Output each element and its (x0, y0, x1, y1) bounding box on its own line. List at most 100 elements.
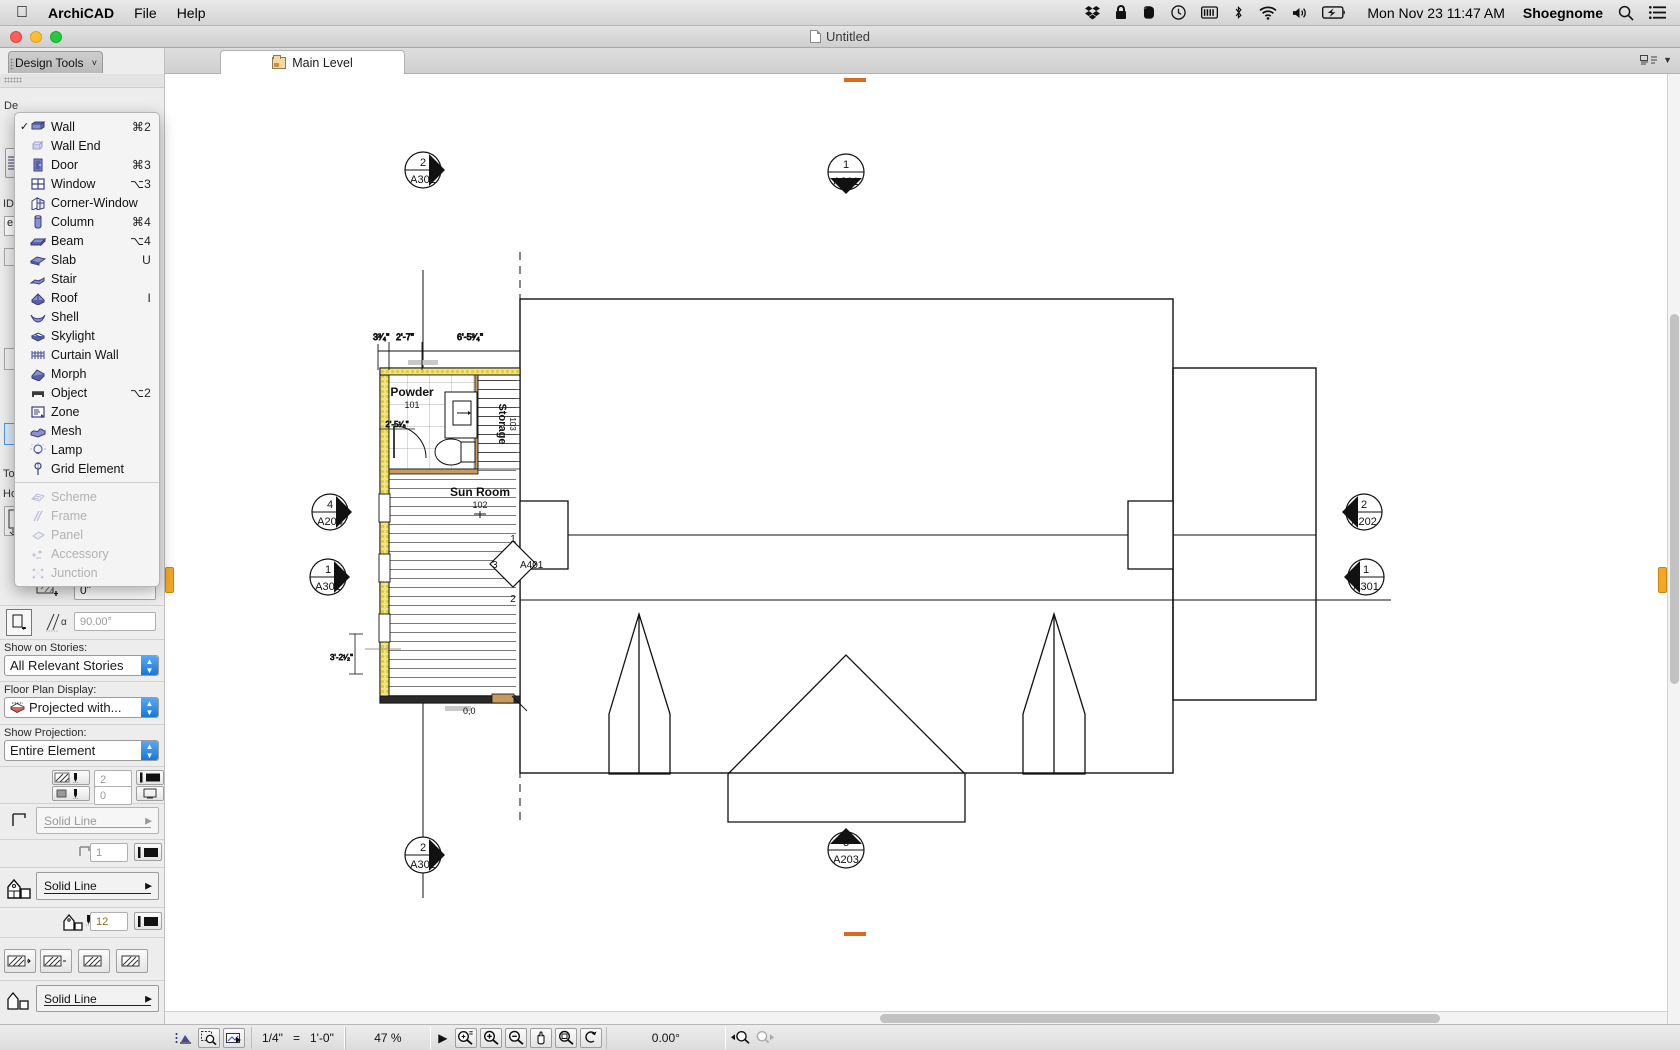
menu-item-wall-end[interactable]: Wall End (15, 136, 159, 155)
bottom-line-type-dropdown[interactable]: Solid Line ▶ (36, 985, 159, 1012)
menu-app-name[interactable]: ArchiCAD (48, 5, 114, 21)
trace-reference-icon[interactable] (173, 1028, 195, 1048)
cut-pen-number[interactable]: 12 (90, 912, 128, 931)
section-marker-a203-3[interactable]: 3 A203 (827, 828, 865, 869)
display-options-button[interactable] (136, 786, 164, 801)
zoom-in-icon[interactable] (479, 1027, 502, 1048)
fill-pattern-button-4[interactable] (116, 949, 148, 973)
cut-pen-color-swatch[interactable] (134, 912, 162, 930)
design-tools-palette-tab[interactable]: Design Tools ˅ (8, 51, 103, 73)
horizontal-scrollbar[interactable] (165, 1011, 1667, 1024)
section-marker-a302-2[interactable]: 2 A302 (404, 836, 445, 874)
wifi-icon[interactable] (1259, 6, 1277, 20)
contour-pen-color-swatch[interactable] (134, 843, 162, 861)
drag-grip-icon[interactable] (4, 77, 22, 83)
fill-pen-button[interactable] (52, 770, 90, 785)
angle-field[interactable]: 90.00° (74, 612, 156, 631)
fill-pattern-button-3[interactable] (78, 949, 110, 973)
list-icon[interactable] (1649, 6, 1666, 19)
zoom-dropdown-arrow[interactable]: ▶ (434, 1028, 452, 1048)
orbit-icon[interactable] (579, 1027, 602, 1048)
vertical-scrollbar[interactable] (1667, 74, 1680, 1024)
chevron-updown-icon[interactable]: ▲ ▼ (141, 698, 158, 717)
lock-icon[interactable] (1115, 5, 1127, 20)
menu-item-skylight[interactable]: Skylight (15, 326, 159, 345)
fill-pattern-button-1[interactable] (4, 949, 36, 973)
menu-item-slab[interactable]: Slab U (15, 250, 159, 269)
chevron-updown-icon[interactable]: ▲ ▼ (141, 656, 158, 675)
section-marker-a204-4[interactable]: 4 A204 (311, 493, 352, 531)
menubar-user[interactable]: Shoegnome (1523, 5, 1603, 21)
search-icon[interactable] (1618, 5, 1634, 21)
vertical-scroll-thumb[interactable] (1670, 314, 1679, 684)
apple-icon[interactable]:  (16, 4, 28, 21)
contour-pen-number[interactable]: 1 (90, 843, 128, 862)
horizontal-scroll-thumb[interactable] (880, 1014, 1440, 1023)
marquee-zoom-icon[interactable] (198, 1027, 220, 1048)
background-pen-number[interactable]: 0 (94, 786, 132, 805)
bluetooth-icon[interactable] (1233, 5, 1244, 20)
fill-pattern-button-2[interactable] (40, 949, 72, 973)
show-projection-dropdown[interactable]: Entire Element ▲ ▼ (4, 740, 159, 761)
section-marker-a301-1[interactable]: 1 A301 (309, 558, 350, 596)
menu-item-stair[interactable]: Stair (15, 269, 159, 288)
background-pen-button[interactable] (52, 786, 90, 801)
contour-line-type-dropdown[interactable]: Solid Line ▶ (36, 807, 159, 834)
menu-item-object[interactable]: Object ⌥2 (15, 383, 159, 402)
palette-grip[interactable] (10, 58, 14, 70)
menu-item-column[interactable]: Column ⌘4 (15, 212, 159, 231)
menu-item-zone[interactable]: Zone (15, 402, 159, 421)
info-box-grip-strip[interactable] (0, 74, 164, 88)
clock-icon[interactable] (1171, 5, 1187, 20)
menu-file[interactable]: File (134, 5, 157, 21)
menu-item-wall[interactable]: ✓ Wall ⌘2 (15, 117, 159, 136)
section-marker-a201-1[interactable]: 1 A201 (827, 153, 865, 194)
menu-item-mesh[interactable]: Mesh (15, 421, 159, 440)
battery-charging-icon[interactable] (1322, 6, 1347, 19)
menu-item-grid-element[interactable]: 1 Grid Element (15, 459, 159, 478)
minimize-button[interactable] (30, 31, 42, 43)
zoom-button[interactable] (50, 31, 62, 43)
menu-item-window[interactable]: Window ⌥3 (15, 174, 159, 193)
chevron-updown-icon[interactable]: ▲ ▼ (141, 741, 158, 760)
tab-layout-options-button[interactable]: ▼ (1640, 53, 1672, 67)
wall-reference-line-button[interactable] (6, 609, 32, 636)
zoom-previous-icon[interactable] (729, 1028, 751, 1048)
close-button[interactable] (10, 31, 22, 43)
fit-in-window-icon[interactable] (554, 1027, 577, 1048)
menu-item-door[interactable]: Door ⌘3 (15, 155, 159, 174)
edge-tab-left[interactable] (165, 567, 174, 593)
menu-help[interactable]: Help (177, 5, 206, 21)
menubar-clock[interactable]: Mon Nov 23 11:47 AM (1367, 5, 1504, 21)
rotation-angle[interactable]: 0.00° (605, 1026, 726, 1049)
floor-plan-display-dropdown[interactable]: Projected with... ▲ ▼ (4, 697, 159, 718)
floor-plan-canvas[interactable]: 3³⁄₄" 2'-7" 6'-5³⁄₄" 2'-5¹⁄₈" 3'-2¹⁄₂" 0… (165, 74, 1680, 1024)
menu-item-morph[interactable]: Morph (15, 364, 159, 383)
section-marker-a202-2[interactable]: 2 A202 (1342, 493, 1383, 531)
tab-main-level[interactable]: Main Level (220, 50, 405, 74)
menu-item-corner-window[interactable]: Corner-Window (15, 193, 159, 212)
menu-item-lamp[interactable]: Lamp (15, 440, 159, 459)
zoom-out-icon[interactable] (504, 1027, 527, 1048)
section-marker-a301-1[interactable]: 1 A301 (1344, 558, 1385, 596)
fill-pen-color-swatch[interactable] (136, 770, 164, 785)
design-tools-dropdown-menu[interactable]: ✓ Wall ⌘2 Wall End Door ⌘3 Window ⌥3 Corner-Wind… (14, 112, 160, 587)
menu-item-curtain-wall[interactable]: Curtain Wall (15, 345, 159, 364)
floor-plan-drawing[interactable]: 3³⁄₄" 2'-7" 6'-5³⁄₄" 2'-5¹⁄₈" 3'-2¹⁄₂" 0… (165, 74, 1680, 1024)
zoom-next-icon[interactable] (754, 1028, 776, 1048)
menu-item-beam[interactable]: Beam ⌥4 (15, 231, 159, 250)
menu-item-shell[interactable]: Shell (15, 307, 159, 326)
volume-icon[interactable] (1292, 6, 1307, 20)
dropbox-icon[interactable] (1085, 5, 1101, 20)
publish-icon[interactable] (223, 1027, 245, 1048)
section-marker-a302-2[interactable]: 2 A302 (404, 151, 445, 189)
cut-line-type-dropdown[interactable]: Solid Line ▶ (36, 872, 159, 900)
pan-icon[interactable] (529, 1027, 552, 1048)
scale-indicator[interactable]: 1/4" = 1'-0" (251, 1026, 345, 1049)
menu-item-roof[interactable]: Roof I (15, 288, 159, 307)
battery-meter-icon[interactable] (1201, 6, 1219, 19)
show-on-stories-dropdown[interactable]: All Relevant Stories ▲ ▼ (4, 655, 159, 676)
zoom-variable-icon[interactable] (454, 1027, 477, 1048)
zoom-percent[interactable]: 47 % (344, 1026, 431, 1049)
evernote-icon[interactable] (1142, 5, 1156, 20)
